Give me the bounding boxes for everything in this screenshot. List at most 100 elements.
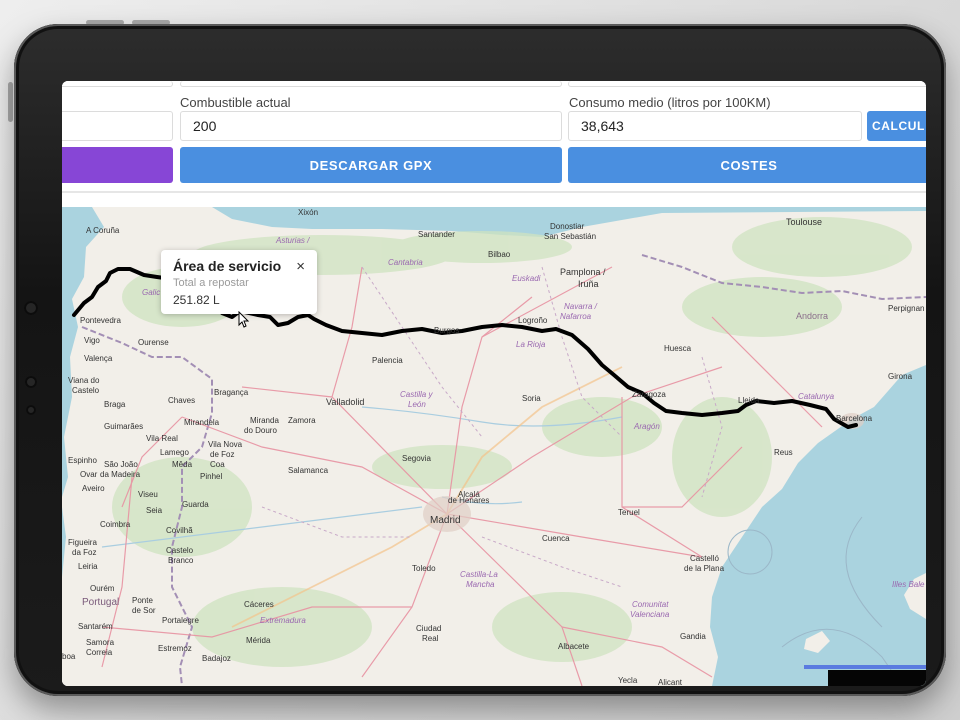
map-label: Correia: [86, 648, 113, 657]
mouse-cursor-icon: [238, 311, 250, 328]
map-label: Portugal: [82, 597, 119, 608]
map-label: Aveiro: [82, 484, 105, 493]
sensor-icon: [26, 405, 36, 415]
map-label: Euskadi: [512, 274, 541, 283]
map-label: boa: [62, 652, 76, 661]
fuel-input[interactable]: [180, 111, 562, 141]
sensor-icon: [25, 376, 37, 388]
map-label: Santarém: [78, 622, 113, 631]
map-label: León: [408, 400, 426, 409]
map-label: Ourém: [90, 584, 115, 593]
map-label: Real: [422, 634, 439, 643]
partial-input[interactable]: [62, 81, 173, 87]
map-label: Vigo: [84, 336, 100, 345]
map-label: Guimarães: [104, 422, 143, 431]
partial-input[interactable]: [568, 81, 926, 87]
calculate-button[interactable]: CALCUL: [867, 111, 926, 141]
consumption-label: Consumo medio (litros por 100KM): [569, 95, 771, 110]
map-label: Palencia: [372, 356, 403, 365]
map-label: Miranda: [250, 416, 279, 425]
map-label: Soria: [522, 394, 541, 403]
map-label: Samora: [86, 638, 115, 647]
map-label: Iruña: [578, 279, 599, 289]
map-label: Madrid: [430, 515, 461, 526]
map-label: Santander: [418, 230, 455, 239]
map-label: Logroño: [518, 316, 548, 325]
map-label: Portalegre: [162, 616, 199, 625]
consumption-input[interactable]: [568, 111, 862, 141]
route-map[interactable]: Xixón A Coruña Asturias / Santander Dono…: [62, 207, 926, 686]
purple-action-button[interactable]: [62, 147, 173, 183]
map-label: Barcelona: [836, 414, 873, 423]
map-label: Braga: [104, 400, 126, 409]
partial-input[interactable]: [180, 81, 562, 87]
power-button: [8, 82, 13, 122]
map-label: Espinho: [68, 456, 97, 465]
map-label: Valenciana: [630, 610, 670, 619]
map-label: da Foz: [72, 548, 96, 557]
map-label: Cantabria: [388, 258, 423, 267]
close-icon[interactable]: ×: [296, 258, 305, 275]
map-label: Burgos: [434, 326, 459, 335]
map-label: Cáceres: [244, 600, 274, 609]
map-label: Valença: [84, 354, 113, 363]
map-label: Ovar: [80, 470, 98, 479]
map-label: Vila Real: [146, 434, 178, 443]
map-label: Seia: [146, 506, 163, 515]
map-label: Lleida: [738, 396, 760, 405]
map-label: São João: [104, 460, 138, 469]
map-label: Catalunya: [798, 392, 835, 401]
screen: Combustible actual Consumo medio (litros…: [62, 81, 926, 686]
map-label: Castelo: [166, 546, 194, 555]
map-label: Andorra: [796, 311, 828, 321]
map-label: do Douro: [244, 426, 277, 435]
map-label: Girona: [888, 372, 913, 381]
map-label: Comunitat: [632, 600, 669, 609]
map-label: Coimbra: [100, 520, 131, 529]
map-label: Estremoz: [158, 644, 192, 653]
map-label: San Sebastián: [544, 232, 596, 241]
map-label: Toledo: [412, 564, 436, 573]
map-label: Castilla y: [400, 390, 433, 399]
map-label: Segovia: [402, 454, 431, 463]
map-label: de Sor: [132, 606, 156, 615]
map-label: Yecla: [618, 676, 638, 685]
map-label: de Foz: [210, 450, 234, 459]
map-label: da Madeira: [100, 470, 141, 479]
overlay-box: [828, 670, 926, 686]
map-label: Zamora: [288, 416, 316, 425]
map-label: Mérida: [246, 636, 271, 645]
map-label: Albacete: [558, 642, 590, 651]
map-label: Asturias /: [275, 236, 310, 245]
map-label: Mirandela: [184, 418, 220, 427]
map-label: de la Plana: [684, 564, 725, 573]
progress-bar: [804, 665, 926, 669]
map-label: Viana do: [68, 376, 100, 385]
map-label: Mêda: [172, 460, 193, 469]
popup-subtitle: Total a repostar: [173, 277, 249, 289]
map-label: Branco: [168, 556, 194, 565]
fuel-label: Combustible actual: [180, 95, 291, 110]
tablet-frame: Combustible actual Consumo medio (litros…: [14, 24, 946, 696]
popup-title: Área de servicio: [173, 258, 282, 274]
map-label: Leiria: [78, 562, 98, 571]
map-label: Castilla-La: [460, 570, 498, 579]
map-label: Donostiar: [550, 222, 585, 231]
map-label: Alicant: [658, 678, 683, 686]
map-label: Ponte: [132, 596, 153, 605]
map-label: Nafarroa: [560, 312, 592, 321]
map-label: Vila Nova: [208, 440, 243, 449]
download-gpx-button[interactable]: DESCARGAR GPX: [180, 147, 562, 183]
map-label: Castelló: [690, 554, 719, 563]
camera-icon: [24, 301, 38, 315]
origin-input[interactable]: [62, 111, 173, 141]
map-label: Cuenca: [542, 534, 570, 543]
costs-button[interactable]: COSTES: [568, 147, 926, 183]
service-area-popup: Área de servicio × Total a repostar 251.…: [161, 250, 317, 314]
map-label: Guarda: [182, 500, 209, 509]
divider: [62, 191, 926, 193]
map-label: Valladolid: [326, 397, 364, 407]
map-label: Bragança: [214, 388, 249, 397]
map-label: Illes Bale: [892, 580, 925, 589]
route-form: Combustible actual Consumo medio (litros…: [62, 81, 926, 207]
